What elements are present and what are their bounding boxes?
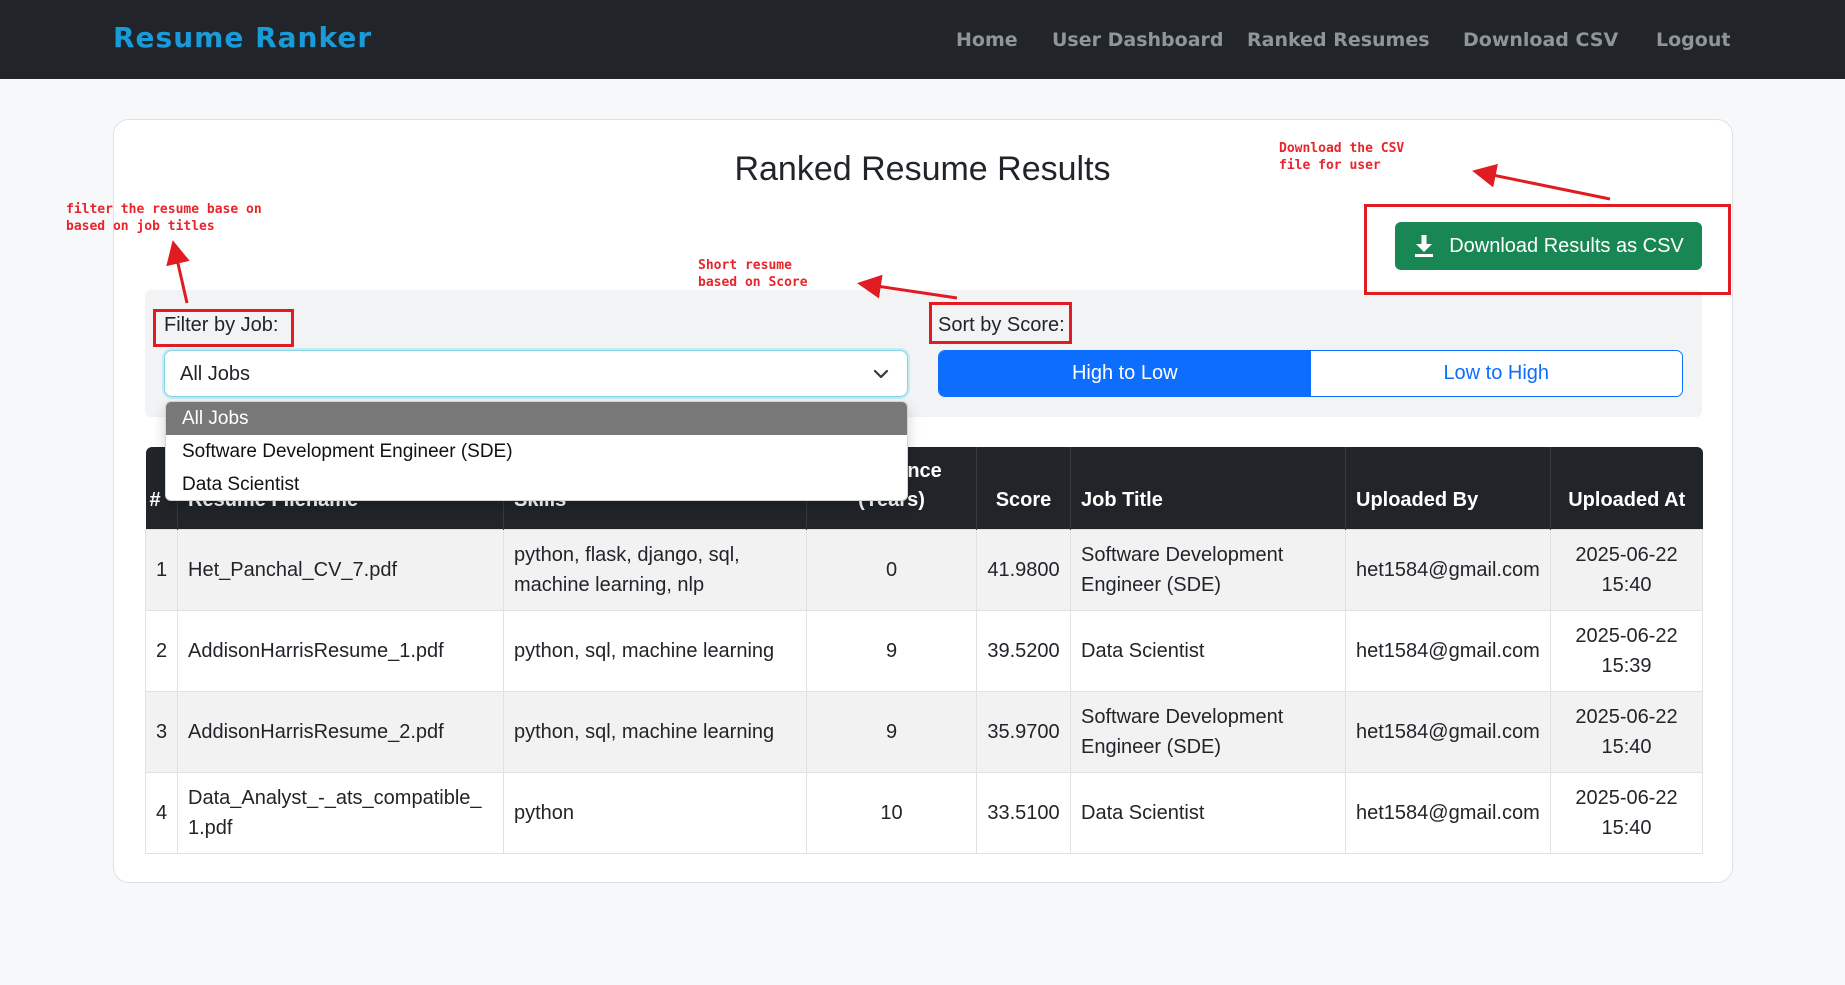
annotation-arrow-sort [857, 274, 958, 300]
annotation-arrow-download [1472, 163, 1611, 201]
annotation-arrow-filter [166, 240, 190, 304]
annotation-arrows [166, 163, 1611, 304]
